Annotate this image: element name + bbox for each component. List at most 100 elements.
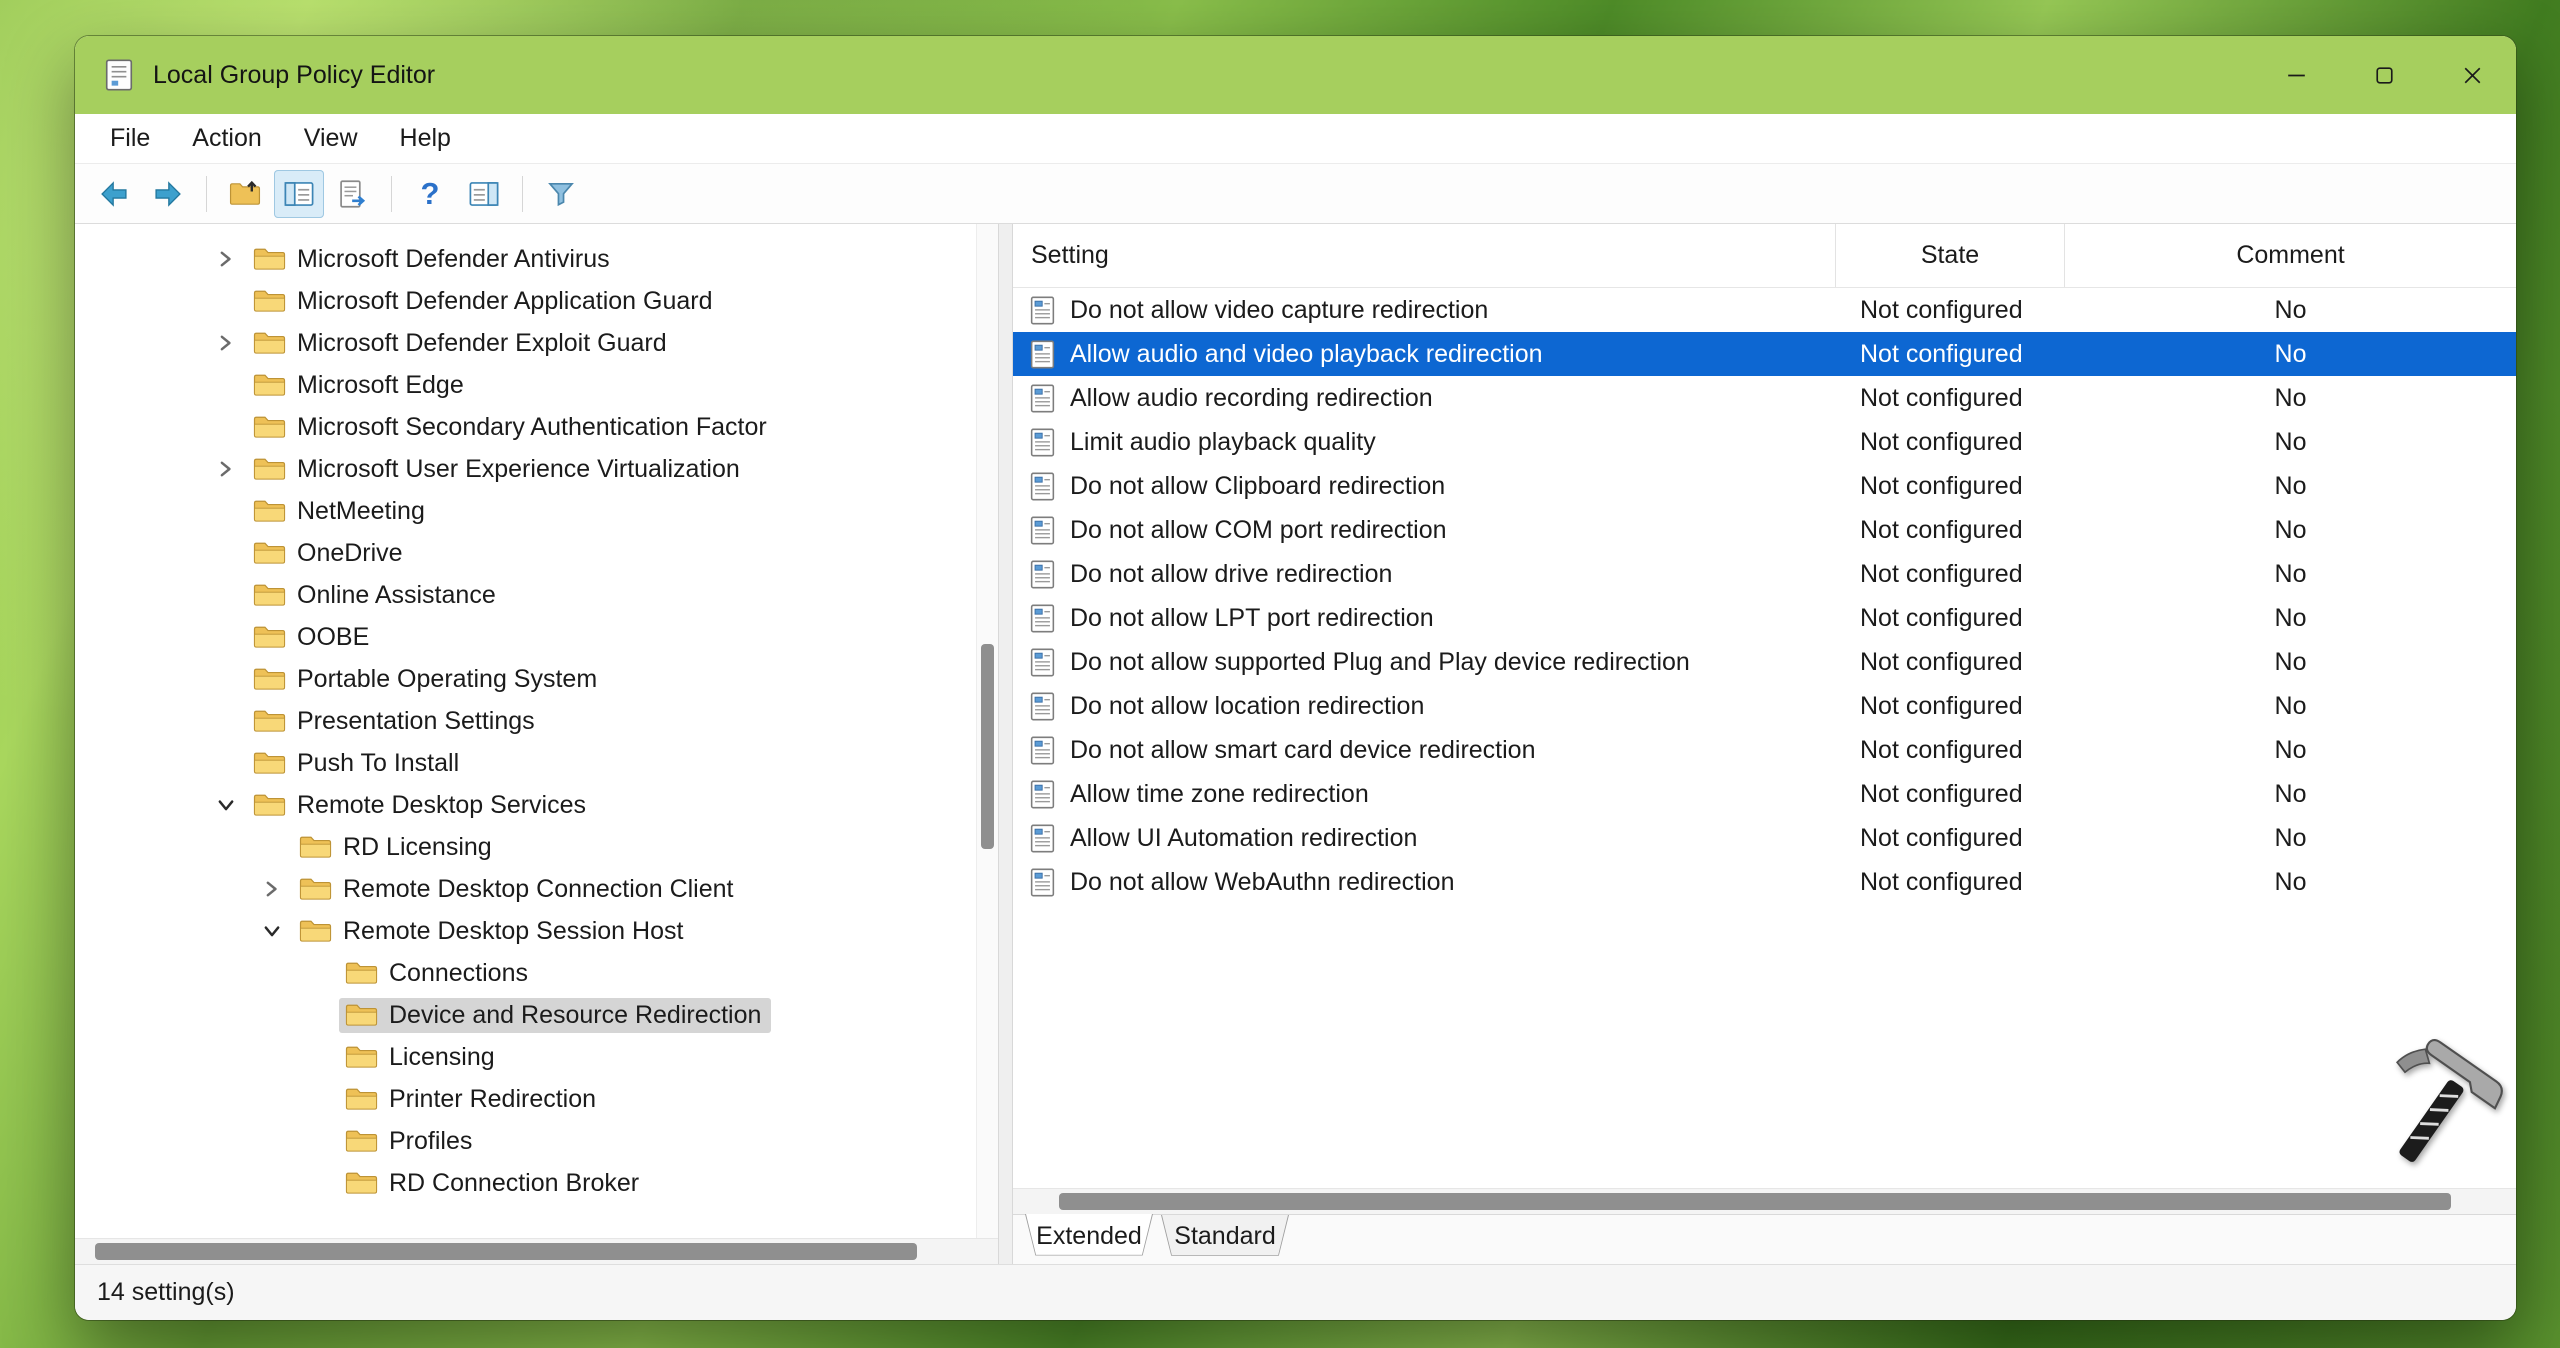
list-row[interactable]: Do not allow LPT port redirection Not co… [1013,596,2516,640]
list-row[interactable]: Allow UI Automation redirection Not conf… [1013,816,2516,860]
list-row[interactable]: Do not allow smart card device redirecti… [1013,728,2516,772]
list-row[interactable]: Allow audio and video playback redirecti… [1013,332,2516,376]
column-header-comment[interactable]: Comment [2065,224,2516,287]
desktop: { "window": { "title": "Local Group Poli… [0,0,2560,1348]
policy-setting-icon [1027,647,1058,678]
column-header-state[interactable]: State [1836,224,2065,287]
tree-expander-icon[interactable] [209,410,243,444]
show-console-tree-button[interactable] [274,170,324,218]
tree-item[interactable]: Online Assistance [75,574,998,616]
tree-expander-icon[interactable] [209,368,243,402]
setting-state: Not configured [1836,824,2065,853]
show-action-pane-button[interactable] [459,170,509,218]
tree-expander-icon[interactable] [209,704,243,738]
tree-item[interactable]: Licensing [75,1036,998,1078]
tree-vertical-scrollbar[interactable] [976,224,998,1238]
tree-expander-icon[interactable] [209,452,243,486]
tree-expander-icon[interactable] [255,914,289,948]
tree-item[interactable]: Remote Desktop Session Host [75,910,998,952]
list-row[interactable]: Allow time zone redirection Not configur… [1013,772,2516,816]
close-button[interactable] [2428,36,2516,114]
tree-expander-icon[interactable] [301,1040,335,1074]
list-row[interactable]: Do not allow COM port redirection Not co… [1013,508,2516,552]
tree-item[interactable]: Microsoft User Experience Virtualization [75,448,998,490]
tree-expander-icon[interactable] [209,284,243,318]
tree-expander-icon[interactable] [209,326,243,360]
tab-standard-label: Standard [1174,1222,1275,1257]
list-row[interactable]: Do not allow Clipboard redirection Not c… [1013,464,2516,508]
tree-item[interactable]: Portable Operating System [75,658,998,700]
tree-item[interactable]: RD Connection Broker [75,1162,998,1204]
tree-expander-icon[interactable] [209,788,243,822]
list-row[interactable]: Do not allow supported Plug and Play dev… [1013,640,2516,684]
folder-icon [345,960,378,986]
tree-expander-icon[interactable] [209,494,243,528]
tree-item[interactable]: RD Licensing [75,826,998,868]
tree-horizontal-scrollbar[interactable] [75,1238,998,1264]
setting-state: Not configured [1836,868,2065,897]
list-row[interactable]: Do not allow WebAuthn redirection Not co… [1013,860,2516,904]
list-horizontal-scrollbar[interactable] [1013,1188,2516,1214]
pane-splitter[interactable] [999,224,1012,1264]
up-one-level-button[interactable] [220,170,270,218]
tree-item-label: RD Connection Broker [389,1169,639,1198]
column-header-setting[interactable]: Setting [1013,224,1836,287]
minimize-button[interactable] [2252,36,2340,114]
setting-comment: No [2065,560,2516,589]
tree-expander-icon[interactable] [301,956,335,990]
folder-icon [253,540,286,566]
tree-item[interactable]: Remote Desktop Services [75,784,998,826]
tree-expander-icon[interactable] [209,536,243,570]
tab-extended[interactable]: Extended [1025,1215,1153,1264]
list-row[interactable]: Do not allow drive redirection Not confi… [1013,552,2516,596]
forward-button[interactable] [143,170,193,218]
tree-item[interactable]: Profiles [75,1120,998,1162]
tree-item[interactable]: Microsoft Defender Application Guard [75,280,998,322]
filter-button[interactable] [536,170,586,218]
tree-item[interactable]: Microsoft Secondary Authentication Facto… [75,406,998,448]
tree-item[interactable]: OneDrive [75,532,998,574]
folder-icon [299,834,332,860]
setting-state: Not configured [1836,648,2065,677]
list-row[interactable]: Do not allow video capture redirection N… [1013,288,2516,332]
scrollbar-thumb[interactable] [1059,1193,2451,1210]
tree-expander-icon[interactable] [209,578,243,612]
tree-item[interactable]: Microsoft Defender Exploit Guard [75,322,998,364]
tab-standard[interactable]: Standard [1161,1215,1289,1264]
tree-item[interactable]: Presentation Settings [75,700,998,742]
help-button[interactable]: ? [405,170,455,218]
tree-expander-icon[interactable] [209,620,243,654]
maximize-button[interactable] [2340,36,2428,114]
tree-item[interactable]: Printer Redirection [75,1078,998,1120]
menu-item-help[interactable]: Help [379,114,472,163]
export-list-button[interactable] [328,170,378,218]
tree-item[interactable]: Push To Install [75,742,998,784]
title-bar[interactable]: Local Group Policy Editor [75,36,2516,114]
list-row[interactable]: Allow audio recording redirection Not co… [1013,376,2516,420]
tree-expander-icon[interactable] [301,1124,335,1158]
menu-item-view[interactable]: View [283,114,379,163]
tree-item[interactable]: Connections [75,952,998,994]
scrollbar-thumb[interactable] [981,644,994,849]
tree-item[interactable]: NetMeeting [75,490,998,532]
scrollbar-thumb[interactable] [95,1243,917,1260]
tree-expander-icon[interactable] [301,998,335,1032]
menu-item-file[interactable]: File [89,114,171,163]
tree-expander-icon[interactable] [255,830,289,864]
menu-item-action[interactable]: Action [171,114,282,163]
list-row[interactable]: Limit audio playback quality Not configu… [1013,420,2516,464]
tree-expander-icon[interactable] [209,242,243,276]
tree-view: Microsoft Defender Antivirus Microsoft D… [75,224,998,1238]
back-button[interactable] [89,170,139,218]
tree-expander-icon[interactable] [301,1082,335,1116]
tree-item[interactable]: Microsoft Defender Antivirus [75,238,998,280]
list-row[interactable]: Do not allow location redirection Not co… [1013,684,2516,728]
tree-expander-icon[interactable] [301,1166,335,1200]
tree-expander-icon[interactable] [209,746,243,780]
tree-expander-icon[interactable] [209,662,243,696]
tree-item[interactable]: Microsoft Edge [75,364,998,406]
tree-item[interactable]: OOBE [75,616,998,658]
tree-item[interactable]: Remote Desktop Connection Client [75,868,998,910]
tree-item[interactable]: Device and Resource Redirection [75,994,998,1036]
tree-expander-icon[interactable] [255,872,289,906]
